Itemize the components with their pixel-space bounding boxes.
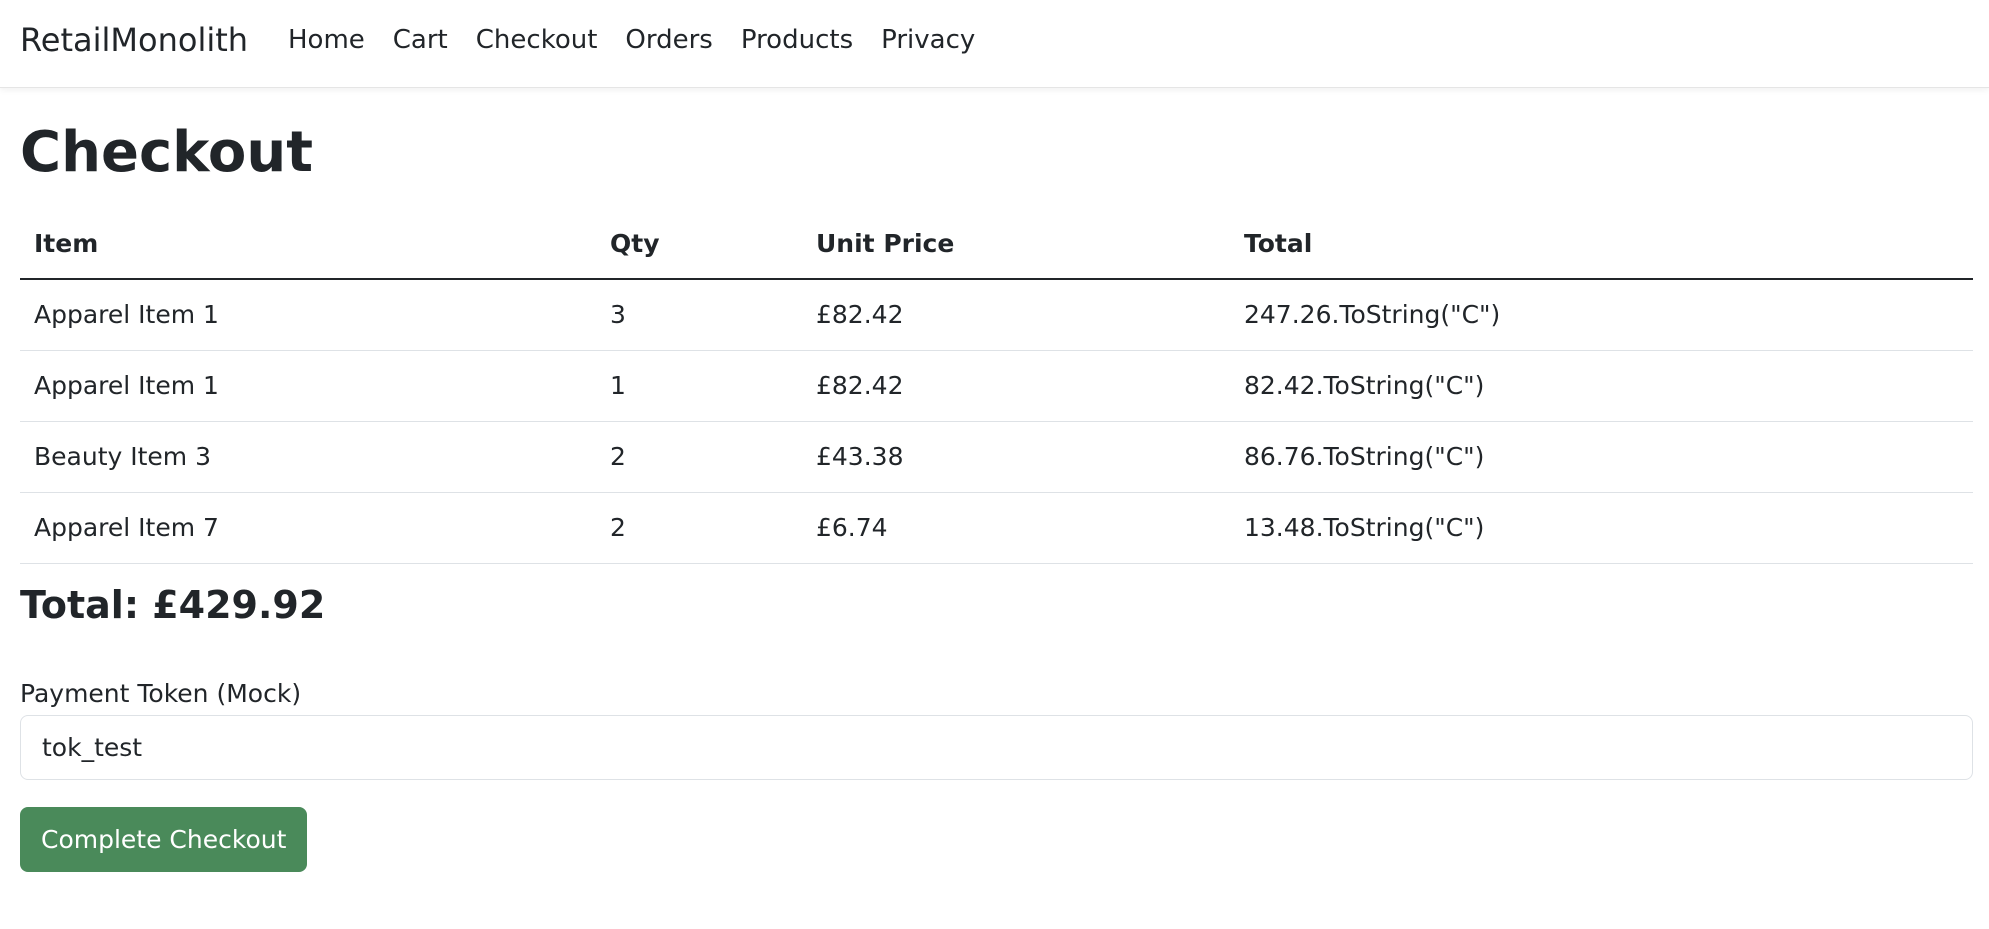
nav-link-checkout[interactable]: Checkout: [462, 20, 612, 60]
nav-link-privacy[interactable]: Privacy: [867, 20, 989, 60]
cell-item: Beauty Item 3: [20, 421, 596, 493]
payment-token-label: Payment Token (Mock): [20, 679, 302, 708]
nav-link-products[interactable]: Products: [727, 20, 867, 60]
order-total: Total: £429.92: [20, 583, 326, 627]
column-header-qty: Qty: [596, 208, 802, 280]
cell-total: 13.48.ToString("C"): [1230, 492, 1973, 564]
column-header-item: Item: [20, 208, 596, 280]
table-row: Apparel Item 1 1 £82.42 82.42.ToString("…: [20, 350, 1973, 422]
cell-item: Apparel Item 7: [20, 492, 596, 564]
cell-qty: 2: [596, 492, 802, 564]
cell-unit-price: £43.38: [802, 421, 1230, 493]
cell-total: 82.42.ToString("C"): [1230, 350, 1973, 422]
table-row: Apparel Item 1 3 £82.42 247.26.ToString(…: [20, 279, 1973, 351]
cell-total: 86.76.ToString("C"): [1230, 421, 1973, 493]
table-header-row: Item Qty Unit Price Total: [20, 208, 1973, 280]
cell-qty: 1: [596, 350, 802, 422]
cell-unit-price: £6.74: [802, 492, 1230, 564]
table-row: Beauty Item 3 2 £43.38 86.76.ToString("C…: [20, 421, 1973, 493]
nav-link-orders[interactable]: Orders: [611, 20, 726, 60]
page-title: Checkout: [20, 120, 313, 185]
brand-link[interactable]: RetailMonolith: [20, 20, 248, 60]
column-header-unit-price: Unit Price: [802, 208, 1230, 280]
cell-qty: 3: [596, 279, 802, 351]
navbar: RetailMonolith Home Cart Checkout Orders…: [0, 0, 1989, 88]
nav-menu: Home Cart Checkout Orders Products Priva…: [288, 20, 989, 60]
payment-token-input[interactable]: [20, 715, 1973, 780]
nav-link-home[interactable]: Home: [288, 20, 379, 60]
complete-checkout-button[interactable]: Complete Checkout: [20, 807, 308, 872]
cell-unit-price: £82.42: [802, 350, 1230, 422]
checkout-table: Item Qty Unit Price Total Apparel Item 1…: [20, 208, 1973, 564]
nav-link-cart[interactable]: Cart: [379, 20, 462, 60]
cell-qty: 2: [596, 421, 802, 493]
table-row: Apparel Item 7 2 £6.74 13.48.ToString("C…: [20, 492, 1973, 564]
cell-item: Apparel Item 1: [20, 279, 596, 351]
cell-unit-price: £82.42: [802, 279, 1230, 351]
cell-item: Apparel Item 1: [20, 350, 596, 422]
cell-total: 247.26.ToString("C"): [1230, 279, 1973, 351]
column-header-total: Total: [1230, 208, 1973, 280]
